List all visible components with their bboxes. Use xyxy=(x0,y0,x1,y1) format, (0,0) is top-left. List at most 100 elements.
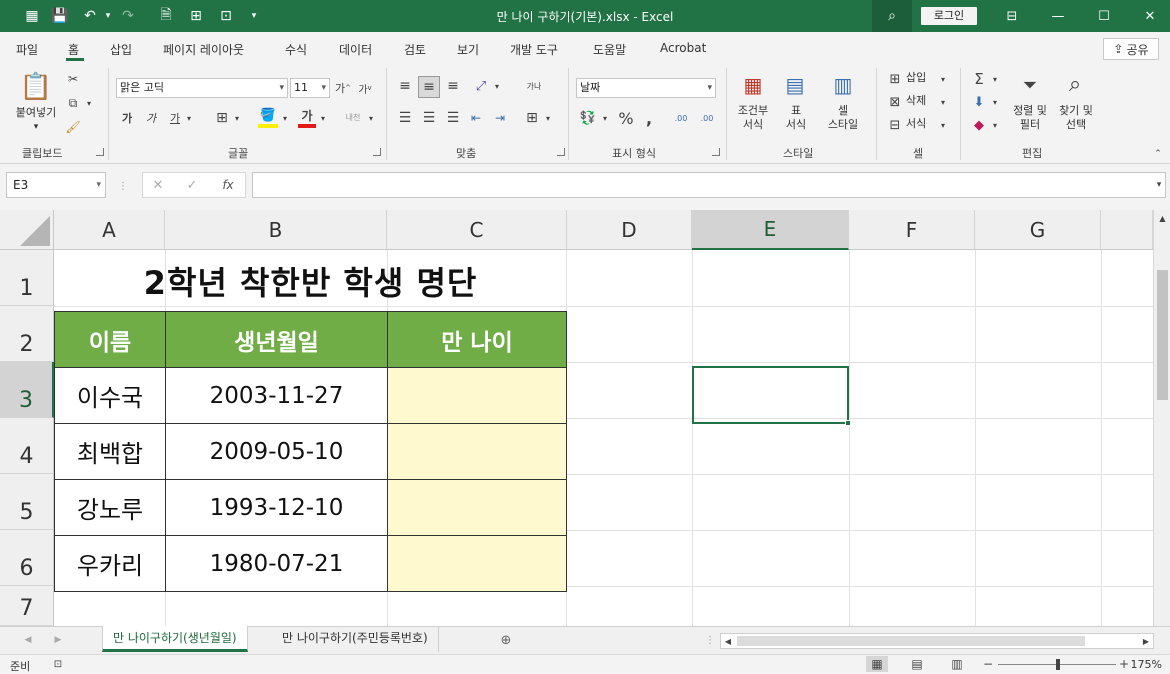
column-header-h[interactable] xyxy=(1101,210,1153,250)
column-header-e[interactable]: E xyxy=(692,210,849,250)
phonetic-dropdown-icon[interactable]: ▾ xyxy=(366,108,376,128)
birth-cell[interactable]: 2009-05-10 xyxy=(165,423,388,480)
fill-color-icon[interactable]: 🪣 xyxy=(258,106,278,128)
row-header-1[interactable]: 1 xyxy=(0,250,54,306)
tab-developer[interactable]: 개발 도구 xyxy=(510,41,558,58)
print-preview-icon[interactable]: 🗎 xyxy=(156,6,176,26)
tab-file[interactable]: 파일 xyxy=(16,41,38,58)
format-cells-icon[interactable]: ⊟ xyxy=(886,116,904,134)
merge-dropdown-icon[interactable]: ▾ xyxy=(543,108,553,128)
phonetic-button[interactable]: 내천 xyxy=(342,106,364,128)
name-cell[interactable]: 최백합 xyxy=(54,423,166,480)
alignment-launcher-icon[interactable] xyxy=(557,148,565,156)
undo-dropdown-icon[interactable]: ▾ xyxy=(98,6,118,26)
accounting-dropdown-icon[interactable]: ▾ xyxy=(600,108,610,128)
tab-review[interactable]: 검토 xyxy=(404,41,426,58)
ribbon-display-icon[interactable]: ⊟ xyxy=(992,0,1032,32)
find-select-button[interactable]: 찾기 및 선택 xyxy=(1052,104,1100,132)
column-header-b[interactable]: B xyxy=(165,210,387,250)
align-top-icon[interactable]: ≡ xyxy=(396,76,414,96)
format-painter-icon[interactable]: 🖌 xyxy=(64,118,82,136)
paste-dropdown-icon[interactable]: ▾ xyxy=(8,120,64,134)
accounting-format-icon[interactable]: 💱 xyxy=(578,108,598,128)
format-as-table-icon[interactable]: ▤ xyxy=(780,72,810,98)
column-header-a[interactable]: A xyxy=(54,210,165,250)
insert-cells-button[interactable]: 삽입 xyxy=(906,71,934,85)
header-cell-name[interactable]: 이름 xyxy=(54,311,166,368)
tab-page-layout[interactable]: 페이지 레이아웃 xyxy=(163,41,244,58)
autosum-dropdown-icon[interactable]: ▾ xyxy=(990,70,1000,88)
wrap-text-button[interactable]: 가나 xyxy=(522,74,546,98)
sheet-tab-resident-number[interactable]: 만 나이구하기(주민등록번호) xyxy=(272,626,439,652)
zoom-out-icon[interactable]: − xyxy=(982,656,994,672)
scroll-up-icon[interactable]: ▲ xyxy=(1157,212,1168,224)
more-options-icon[interactable]: ⋮ xyxy=(118,180,128,192)
copy-icon[interactable]: ⧉ xyxy=(64,94,82,112)
name-box[interactable]: E3 ▾ xyxy=(6,172,106,198)
sort-filter-icon[interactable]: ⏷ xyxy=(1016,72,1044,98)
column-header-d[interactable]: D xyxy=(567,210,692,250)
insert-dropdown-icon[interactable]: ▾ xyxy=(938,70,948,88)
conditional-format-button[interactable]: 조건부 서식 xyxy=(728,104,778,132)
active-cell-e3[interactable] xyxy=(692,366,849,424)
conditional-format-icon[interactable]: ▦ xyxy=(738,72,768,98)
font-launcher-icon[interactable] xyxy=(373,148,381,156)
zoom-slider-thumb[interactable] xyxy=(1056,659,1060,670)
number-launcher-icon[interactable] xyxy=(712,148,720,156)
cell-styles-button[interactable]: 셀 스타일 xyxy=(816,104,870,132)
age-cell[interactable] xyxy=(387,367,567,424)
cancel-icon[interactable]: ✕ xyxy=(149,177,167,193)
vertical-scroll-thumb[interactable] xyxy=(1157,270,1168,400)
row-header-5[interactable]: 5 xyxy=(0,474,54,530)
align-left-icon[interactable]: ☰ xyxy=(396,108,414,128)
save-icon[interactable]: 💾 xyxy=(50,6,70,26)
italic-button[interactable]: 가 xyxy=(142,108,160,128)
customize-toolbar-icon[interactable]: ▾ xyxy=(244,6,264,26)
insert-cells-icon[interactable]: ⊞ xyxy=(886,70,904,88)
tab-formulas[interactable]: 수식 xyxy=(285,41,307,58)
comma-style-icon[interactable]: , xyxy=(640,108,658,128)
tab-home[interactable]: 홈 xyxy=(68,41,79,58)
font-size-combo[interactable]: 11 ▾ xyxy=(290,78,330,98)
cell-styles-icon[interactable]: ▥ xyxy=(828,72,858,98)
paste-label[interactable]: 붙여넣기 xyxy=(8,106,64,120)
age-cell[interactable] xyxy=(387,535,567,592)
expand-formula-icon[interactable]: ▾ xyxy=(1152,178,1166,192)
row-header-6[interactable]: 6 xyxy=(0,530,54,586)
sheet-title-cell[interactable]: 2학년 착한반 학생 명단 xyxy=(55,250,566,306)
fill-color-dropdown-icon[interactable]: ▾ xyxy=(280,108,290,128)
login-button[interactable]: 로그인 xyxy=(921,7,977,25)
horizontal-scrollbar[interactable]: ◀ ▶ xyxy=(720,633,1154,649)
select-all-button[interactable] xyxy=(0,210,54,250)
insert-function-icon[interactable]: fx xyxy=(217,177,239,193)
format-dropdown-icon[interactable]: ▾ xyxy=(938,116,948,134)
undo-icon[interactable]: ↶ xyxy=(80,6,100,26)
increase-decimal-icon[interactable]: .00 xyxy=(670,108,692,128)
scroll-left-icon[interactable]: ◀ xyxy=(723,635,733,647)
find-select-icon[interactable]: ⌕ xyxy=(1060,70,1090,98)
redo-icon[interactable]: ↷ xyxy=(118,6,138,26)
worksheet-grid[interactable]: A B C D E F G 1 2 3 4 5 6 7 2학년 착한반 학생 명… xyxy=(0,210,1170,626)
column-header-f[interactable]: F xyxy=(849,210,975,250)
zoom-level[interactable]: 175% xyxy=(1128,658,1162,671)
merge-center-icon[interactable]: ⊞ xyxy=(522,108,542,128)
borders-dropdown-icon[interactable]: ▾ xyxy=(232,108,242,128)
search-icon[interactable]: ⌕ xyxy=(872,0,912,32)
row-header-3[interactable]: 3 xyxy=(0,362,54,418)
tab-splitter-icon[interactable]: ⋮ xyxy=(705,633,715,647)
delete-cells-icon[interactable]: ⊠ xyxy=(886,93,904,111)
next-sheet-icon[interactable]: ▶ xyxy=(52,633,64,647)
bold-button[interactable]: 가 xyxy=(118,108,136,128)
normal-view-icon[interactable]: ▦ xyxy=(866,656,888,672)
row-header-2[interactable]: 2 xyxy=(0,306,54,362)
close-icon[interactable]: ✕ xyxy=(1130,0,1170,32)
page-break-view-icon[interactable]: ▥ xyxy=(946,656,968,672)
row-header-7[interactable]: 7 xyxy=(0,586,54,626)
align-middle-icon[interactable]: ≡ xyxy=(418,76,440,98)
fill-icon[interactable]: ⬇ xyxy=(970,93,988,111)
format-as-table-button[interactable]: 표 서식 xyxy=(774,104,818,132)
quick-access-icon[interactable]: ⊡ xyxy=(216,6,236,26)
age-cell[interactable] xyxy=(387,423,567,480)
name-cell[interactable]: 이수국 xyxy=(54,367,166,424)
align-center-icon[interactable]: ☰ xyxy=(420,108,438,128)
